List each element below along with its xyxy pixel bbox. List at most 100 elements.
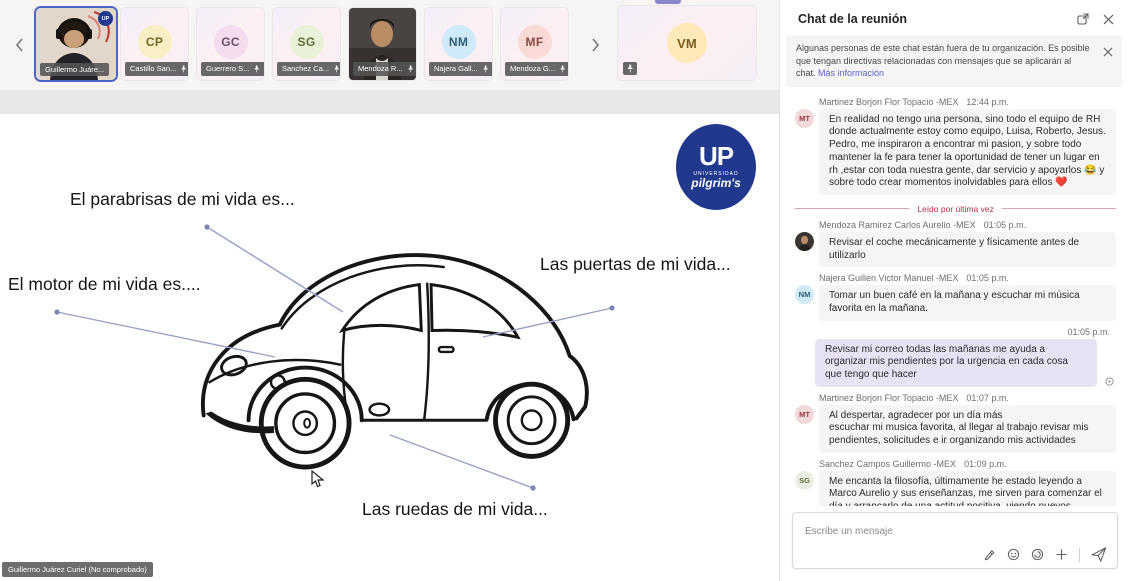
- message-time: 01:09 p.m.: [964, 459, 1007, 469]
- avatar: MT: [795, 405, 814, 424]
- message-time: 01:05 p.m.: [1067, 327, 1110, 337]
- author-name: Sanchez Campos Guillermo -MEX: [819, 459, 956, 469]
- popout-icon: [1077, 13, 1089, 25]
- sticker-button[interactable]: [1031, 548, 1044, 561]
- toolbar-divider: [1079, 548, 1080, 562]
- compose-toolbar: [803, 547, 1107, 562]
- last-read-divider: Leído por última vez: [795, 204, 1116, 214]
- message-bubble: En realidad no tengo una persona, sino t…: [819, 109, 1116, 195]
- participant-tile-cp[interactable]: CP Castillo San...: [121, 8, 188, 80]
- participant-name: Castillo San...: [130, 65, 176, 73]
- message-author-row: Mendoza Ramirez Carlos Aurelio -MEX 01:05…: [819, 220, 1116, 230]
- logo-abbr: UP: [699, 143, 733, 169]
- avatar: VM: [667, 23, 707, 63]
- participant-name: Najera Gall...: [434, 65, 478, 73]
- participant-name-label: Guerrero S...: [201, 62, 264, 76]
- stage-divider-band: [0, 90, 779, 114]
- close-chat-button[interactable]: [1103, 14, 1114, 25]
- chat-message-own: 01:05 p.m. Revisar mi correo todas las m…: [795, 327, 1116, 387]
- sticker-icon: [1031, 548, 1044, 561]
- chat-message: Martinez Borjon Flor Topacio -MEX01:07 p…: [795, 393, 1116, 453]
- participant-name-label: Mendoza R...: [353, 62, 416, 76]
- author-name: Martinez Borjon Flor Topacio -MEX: [819, 393, 958, 403]
- participant-name-label: Guillermo Juáre...: [40, 63, 109, 77]
- chat-message: Martinez Borjon Flor Topacio -MEX12:44 p…: [795, 97, 1116, 195]
- participant-tile-video2[interactable]: Mendoza R...: [349, 8, 416, 80]
- avatar: MT: [795, 109, 814, 128]
- plus-icon: [1055, 548, 1068, 561]
- last-read-label: Leído por última vez: [917, 204, 994, 214]
- message-bubble: Me encanta la filosofía, últimamente he …: [819, 471, 1116, 506]
- author-name: Najera Guillen Victor Manuel -MEX: [819, 273, 958, 283]
- avatar: MF: [518, 25, 552, 59]
- pin-icon: [626, 64, 634, 73]
- mouse-cursor: [311, 470, 324, 488]
- stage-label-wheels: Las ruedas de mi vida...: [362, 499, 548, 520]
- message-author-row: Sanchez Campos Guillermo -MEX 01:09 p.m.: [819, 459, 1116, 469]
- pinned-indicator: [623, 62, 637, 75]
- participant-name: Guillermo Juáre...: [45, 66, 104, 74]
- participant-name: Mendoza G...: [510, 65, 555, 73]
- attach-button[interactable]: [1055, 548, 1068, 561]
- university-logo: UP UNIVERSIDAD pilgrim's: [676, 124, 756, 210]
- scroll-left-button[interactable]: [10, 34, 28, 56]
- participant-name: Sanchez Ca...: [282, 65, 329, 73]
- message-time: 01:05 p.m.: [984, 220, 1027, 230]
- stage-label-doors: Las puertas de mi vida...: [540, 254, 731, 275]
- close-icon: [1103, 14, 1114, 25]
- banner-more-info-link[interactable]: Más información: [818, 68, 884, 78]
- chevron-right-icon: [591, 38, 600, 52]
- avatar: SG: [795, 471, 814, 490]
- meeting-chat-panel: Chat de la reunión Algunas personas de e…: [779, 0, 1128, 581]
- chat-message: Mendoza Ramirez Carlos Aurelio -MEX 01:05…: [795, 220, 1116, 267]
- participant-tile-vm-pinned[interactable]: VM: [618, 6, 756, 80]
- up-mini-logo: UP: [98, 11, 113, 26]
- presenter-name-pill: Guillermo Juárez Curiel (No comprobado): [2, 562, 153, 577]
- message-list: Martinez Borjon Flor Topacio -MEX12:44 p…: [780, 91, 1128, 506]
- avatar: NM: [795, 285, 814, 304]
- seen-indicator-icon: [1105, 377, 1114, 386]
- message-bubble: Al despertar, agradecer por un día más e…: [819, 405, 1116, 453]
- author-name: Mendoza Ramirez Carlos Aurelio -MEX: [819, 220, 976, 230]
- message-input[interactable]: [803, 525, 1111, 538]
- message-bubble-own: Revisar mi correo todas las mañanas me a…: [815, 339, 1097, 387]
- pin-icon: [333, 65, 340, 73]
- pin-icon: [253, 65, 260, 73]
- message-author-row: Martinez Borjon Flor Topacio -MEX12:44 p…: [819, 97, 1116, 107]
- participant-tile-nm[interactable]: NM Najera Gall...: [425, 8, 492, 80]
- pin-icon: [482, 65, 489, 73]
- send-button[interactable]: [1091, 547, 1107, 562]
- pin-icon: [407, 65, 414, 73]
- close-icon: [1103, 47, 1113, 57]
- message-bubble: Revisar el coche mecánicamente y físicam…: [819, 232, 1116, 267]
- message-time-row: 01:05 p.m.: [795, 327, 1110, 337]
- compose-area: [780, 506, 1128, 581]
- emoji-icon: [1007, 548, 1020, 561]
- presenter-toolbar-handle[interactable]: [655, 0, 681, 4]
- participant-tile-mf[interactable]: MF Mendoza G...: [501, 8, 568, 80]
- message-author-row: Martinez Borjon Flor Topacio -MEX01:07 p…: [819, 393, 1116, 403]
- popout-chat-button[interactable]: [1077, 13, 1089, 25]
- message-time: 01:05 p.m.: [966, 273, 1009, 283]
- participant-filmstrip: UP Guillermo Juáre... CP Castillo San...…: [0, 0, 779, 90]
- car-drawing: [188, 228, 598, 472]
- avatar: SG: [290, 25, 324, 59]
- chat-message: Sanchez Campos Guillermo -MEX01:09 p.m. …: [795, 459, 1116, 506]
- avatar: GC: [214, 25, 248, 59]
- send-icon: [1091, 547, 1107, 562]
- stage-label-motor: El motor de mi vida es....: [8, 274, 201, 295]
- emoji-button[interactable]: [1007, 548, 1020, 561]
- participant-tile-sg[interactable]: SG Sanchez Ca...: [273, 8, 340, 80]
- chat-message: Najera Guillen Victor Manuel -MEX 01:05 p…: [795, 273, 1116, 320]
- banner-dismiss-button[interactable]: [1103, 47, 1113, 57]
- shared-screen-stage: UP Guillermo Juáre... CP Castillo San...…: [0, 0, 779, 581]
- message-bubble: Tomar un buen café en la mañana y escuch…: [819, 285, 1116, 320]
- scroll-right-button[interactable]: [586, 34, 604, 56]
- participant-tile-gc[interactable]: GC Guerrero S...: [197, 8, 264, 80]
- participant-tile-video[interactable]: UP Guillermo Juáre...: [36, 8, 116, 80]
- avatar-photo: [795, 232, 814, 251]
- participant-name: Mendoza R...: [358, 65, 403, 73]
- format-button[interactable]: [983, 548, 996, 561]
- pin-icon: [559, 65, 566, 73]
- format-icon: [983, 548, 996, 561]
